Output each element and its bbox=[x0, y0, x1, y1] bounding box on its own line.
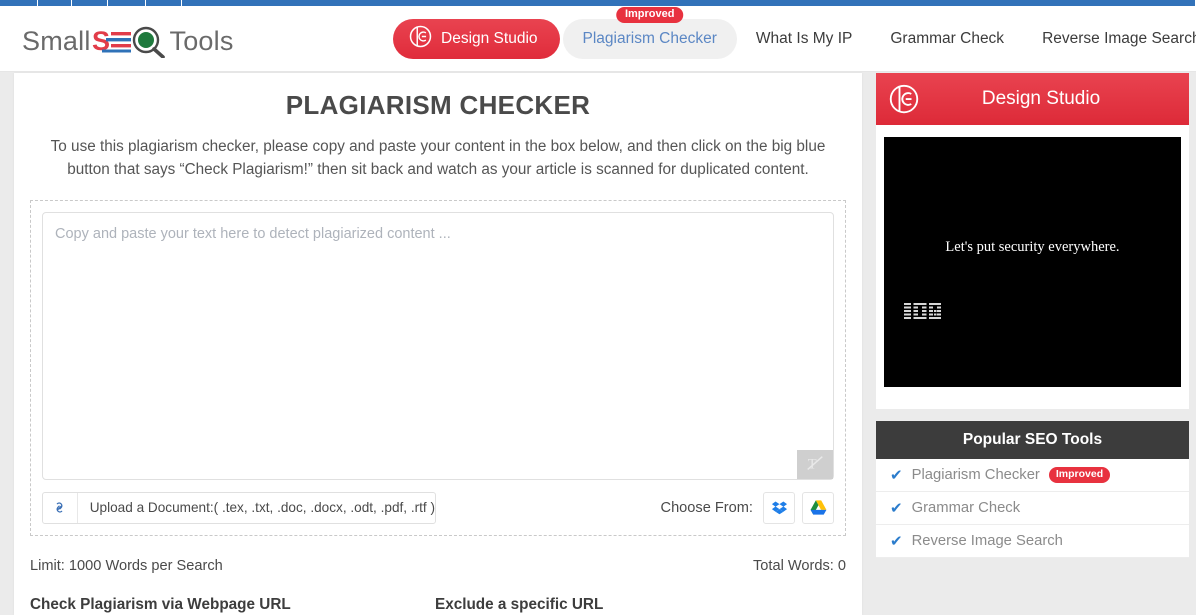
popular-tool-label: Grammar Check bbox=[911, 500, 1021, 516]
popular-tool-label: Reverse Image Search bbox=[911, 533, 1063, 549]
logo-text-small: Small bbox=[22, 25, 91, 56]
design-studio-title: Design Studio bbox=[981, 88, 1101, 109]
ibm-ad-banner[interactable]: Let's put security everywhere. bbox=[884, 137, 1181, 387]
nav-design-studio-button[interactable]: Design Studio bbox=[393, 19, 560, 59]
improved-badge: Improved bbox=[1048, 467, 1111, 483]
word-limit-text: Limit: 1000 Words per Search bbox=[30, 557, 223, 574]
check-icon: ✔ bbox=[890, 500, 903, 517]
design-studio-panel: Design Studio Let's put security everywh… bbox=[876, 73, 1189, 409]
popular-tool-item[interactable]: ✔ Plagiarism Checker Improved bbox=[876, 459, 1189, 492]
nav-plagiarism-checker-label: Plagiarism Checker bbox=[582, 30, 717, 47]
editor-dashed-frame: Copy and paste your text here to detect … bbox=[30, 199, 846, 536]
choose-from-label: Choose From: bbox=[660, 499, 753, 516]
page-title: PLAGIARISM CHECKER bbox=[285, 90, 591, 120]
popular-seo-tools-title: Popular SEO Tools bbox=[876, 421, 1189, 459]
site-logo[interactable]: Small S Tools bbox=[22, 24, 234, 58]
exclude-url-label: Exclude a specific URL bbox=[435, 595, 604, 613]
ad-headline: Let's put security everywhere. bbox=[945, 239, 1120, 255]
check-icon: ✔ bbox=[890, 467, 903, 484]
check-icon: ✔ bbox=[890, 533, 903, 550]
url-options-row: Check Plagiarism via Webpage URL Exclude… bbox=[30, 596, 846, 614]
upload-document-control[interactable]: Upload a Document:( .tex, .txt, .doc, .d… bbox=[42, 491, 436, 524]
total-words-text: Total Words: 0 bbox=[752, 557, 846, 574]
site-header: Small S Tools Design Studio Improved Pla… bbox=[0, 6, 1196, 72]
editor-placeholder: Copy and paste your text here to detect … bbox=[55, 225, 451, 242]
main-navigation: Design Studio Improved Plagiarism Checke… bbox=[393, 6, 1196, 72]
nav-grammar-check[interactable]: Grammar Check bbox=[871, 6, 1023, 72]
nav-reverse-image-search[interactable]: Reverse Image Search bbox=[1023, 6, 1196, 72]
popular-seo-tools-panel: Popular SEO Tools ✔ Plagiarism Checker Imp… bbox=[876, 421, 1189, 558]
svg-text:T: T bbox=[808, 457, 817, 473]
popular-tool-label: Plagiarism Checker bbox=[911, 467, 1040, 483]
advertisement-slot: Let's put security everywhere. bbox=[876, 125, 1189, 409]
design-studio-logo-icon bbox=[889, 84, 919, 114]
main-content-card: PLAGIARISM CHECKER To use this plagiaris… bbox=[14, 73, 862, 615]
dropbox-icon[interactable] bbox=[763, 491, 795, 524]
popular-tool-item[interactable]: ✔ Grammar Check bbox=[876, 492, 1189, 525]
plagiarism-text-editor[interactable]: Copy and paste your text here to detect … bbox=[42, 211, 834, 480]
nav-what-is-my-ip[interactable]: What Is My IP bbox=[737, 6, 871, 72]
design-studio-logo-icon bbox=[409, 25, 432, 53]
choose-from-group: Choose From: bbox=[660, 491, 834, 524]
improved-badge: Improved bbox=[615, 7, 684, 23]
right-sidebar: Design Studio Let's put security everywh… bbox=[876, 73, 1189, 570]
popular-tools-list: ✔ Plagiarism Checker Improved ✔ Grammar Chec… bbox=[876, 459, 1189, 558]
upload-document-label: Upload a Document:( .tex, .txt, .doc, .d… bbox=[89, 500, 435, 515]
nav-plagiarism-checker-tab[interactable]: Improved Plagiarism Checker bbox=[562, 7, 737, 59]
google-drive-icon[interactable] bbox=[802, 491, 834, 524]
ibm-logo bbox=[904, 302, 952, 327]
page-description: To use this plagiarism checker, please c… bbox=[50, 138, 826, 179]
grammar-check-icon[interactable]: T bbox=[797, 449, 833, 479]
upload-row: Upload a Document:( .tex, .txt, .doc, .d… bbox=[42, 491, 834, 524]
nav-design-studio-label: Design Studio bbox=[441, 30, 538, 47]
link-icon bbox=[43, 492, 78, 523]
check-via-webpage-url-label: Check Plagiarism via Webpage URL bbox=[30, 595, 291, 613]
design-studio-header[interactable]: Design Studio bbox=[876, 73, 1189, 125]
popular-tool-item[interactable]: ✔ Reverse Image Search bbox=[876, 525, 1189, 558]
limit-row: Limit: 1000 Words per Search Total Words… bbox=[30, 550, 846, 574]
logo-text-tools: Tools bbox=[169, 25, 234, 56]
